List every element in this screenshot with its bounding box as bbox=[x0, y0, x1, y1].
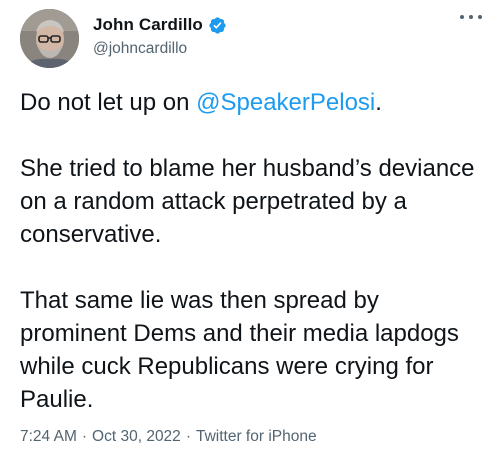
tweet-text: Do not let up on @SpeakerPelosi. She tri… bbox=[20, 86, 490, 416]
tweet-paragraph: That same lie was then spread by promine… bbox=[20, 287, 459, 413]
tweet-paragraph: She tried to blame her husband’s devianc… bbox=[20, 155, 475, 248]
tweet-time[interactable]: 7:24 AM bbox=[20, 428, 77, 446]
tweet-date[interactable]: Oct 30, 2022 bbox=[92, 428, 181, 446]
display-name[interactable]: John Cardillo bbox=[93, 15, 203, 35]
tweet-paragraph: Do not let up on @SpeakerPelosi. bbox=[20, 89, 382, 116]
tweet-metadata: 7:24 AM · Oct 30, 2022 · Twitter for iPh… bbox=[20, 428, 317, 446]
tweet-card: John Cardillo @johncardillo Do not let u… bbox=[0, 0, 500, 453]
avatar[interactable] bbox=[20, 9, 79, 68]
more-options-icon[interactable] bbox=[460, 10, 482, 24]
mention-link[interactable]: @SpeakerPelosi bbox=[196, 89, 375, 116]
avatar-image bbox=[20, 9, 79, 68]
separator: · bbox=[185, 428, 191, 445]
verified-badge-icon bbox=[208, 16, 227, 35]
handle[interactable]: @johncardillo bbox=[93, 40, 187, 58]
author-name-row: John Cardillo bbox=[93, 15, 227, 35]
separator: · bbox=[81, 428, 88, 445]
tweet-source[interactable]: Twitter for iPhone bbox=[196, 428, 317, 446]
